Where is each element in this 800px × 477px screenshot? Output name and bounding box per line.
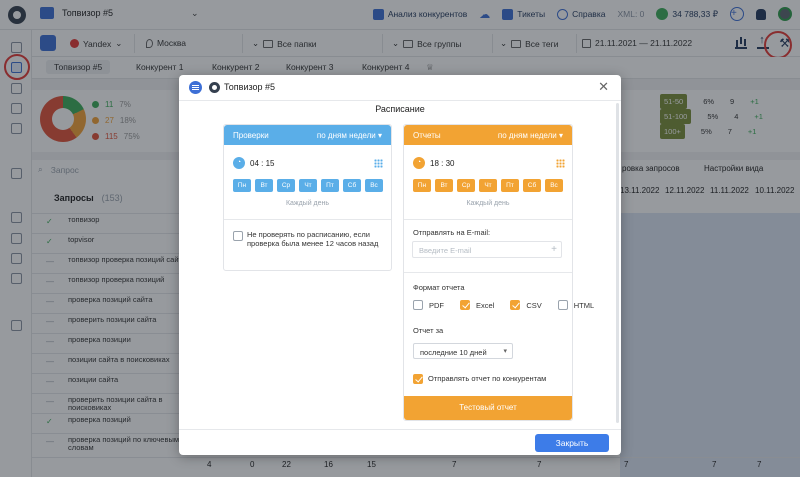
format-excel-label: Excel xyxy=(476,300,495,310)
plus-icon[interactable]: + xyxy=(551,244,557,255)
checks-header: Проверки по дням недели ▾ xyxy=(224,125,391,145)
format-html-checkbox[interactable] xyxy=(557,300,568,310)
skip-recent-check-label: Не проверять по расписанию, если проверк… xyxy=(247,230,379,248)
modal-footer: Закрыть xyxy=(179,429,621,455)
skip-recent-check-checkbox[interactable] xyxy=(233,231,243,241)
format-html-label: HTML xyxy=(573,300,595,310)
competitors-report-checkbox[interactable] xyxy=(413,374,423,384)
format-pdf-checkbox[interactable] xyxy=(413,300,423,310)
competitors-report-label: Отправлять отчет по конкурентам xyxy=(428,374,547,383)
clock-icon: ◔ xyxy=(233,157,245,169)
checks-day-4[interactable]: Пт xyxy=(321,179,339,192)
checks-card: Проверки по дням недели ▾ ◔ 04 : 15 Пн Вт… xyxy=(223,124,392,271)
schedule-modal: Топвизор #5 ✕ Расписание Проверки по дня… xyxy=(179,75,621,455)
reports-day-6[interactable]: Вс xyxy=(545,179,563,192)
format-label: Формат отчета xyxy=(413,283,465,292)
chevron-down-icon: ▾ xyxy=(503,348,507,355)
test-report-button[interactable]: Тестовый отчет xyxy=(404,396,572,420)
checks-days: Пн Вт Ср Чт Пт Сб Вс xyxy=(233,179,383,192)
checks-day-6[interactable]: Вс xyxy=(365,179,383,192)
format-csv-checkbox[interactable] xyxy=(510,300,521,310)
reports-every-day: Каждый день xyxy=(466,200,510,207)
reports-days: Пн Вт Ср Чт Пт Сб Вс xyxy=(413,179,563,192)
grid-icon[interactable] xyxy=(374,159,383,168)
menu-icon[interactable] xyxy=(189,81,202,94)
reports-mode-select[interactable]: по дням недели ▾ xyxy=(498,131,563,140)
format-excel-checkbox[interactable] xyxy=(460,300,470,310)
modal-subtitle: Расписание xyxy=(375,104,425,114)
checks-mode-select[interactable]: по дням недели ▾ xyxy=(317,131,382,140)
checks-time[interactable]: ◔ 04 : 15 xyxy=(233,157,274,169)
modal-scrollbar[interactable] xyxy=(616,103,619,423)
reports-day-4[interactable]: Пт xyxy=(501,179,519,192)
clock-icon: ◔ xyxy=(413,157,425,169)
reports-time[interactable]: ◔ 18 : 30 xyxy=(413,157,454,169)
modal-header: Топвизор #5 ✕ xyxy=(179,75,621,101)
grid-icon[interactable] xyxy=(556,159,565,168)
reports-card: Отчеты по дням недели ▾ ◔ 18 : 30 Пн Вт Ср… xyxy=(403,124,594,421)
checks-day-5[interactable]: Сб xyxy=(343,179,361,192)
close-icon[interactable]: ✕ xyxy=(598,80,609,93)
email-input[interactable]: Введите E-mail + xyxy=(412,241,562,258)
modal-title: Топвизор #5 xyxy=(224,82,276,92)
email-label: Отправлять на E-mail: xyxy=(413,228,491,237)
checks-day-2[interactable]: Ср xyxy=(277,179,295,192)
checks-day-0[interactable]: Пн xyxy=(233,179,251,192)
reports-header: Отчеты по дням недели ▾ xyxy=(404,125,572,145)
reports-day-2[interactable]: Ср xyxy=(457,179,475,192)
close-button[interactable]: Закрыть xyxy=(535,434,609,452)
checks-day-1[interactable]: Вт xyxy=(255,179,273,192)
reports-day-0[interactable]: Пн xyxy=(413,179,431,192)
format-csv-label: CSV xyxy=(526,300,542,310)
format-pdf-label: PDF xyxy=(429,300,444,310)
period-select[interactable]: последние 10 дней ▾ xyxy=(413,343,513,359)
checks-every-day: Каждый день xyxy=(285,200,330,207)
period-label: Отчет за xyxy=(413,326,444,335)
reports-day-5[interactable]: Сб xyxy=(523,179,541,192)
reports-day-3[interactable]: Чт xyxy=(479,179,497,192)
format-options: PDF Excel CSV HTML xyxy=(413,300,606,310)
topvisor-logo-icon xyxy=(209,82,220,93)
reports-day-1[interactable]: Вт xyxy=(435,179,453,192)
checks-day-3[interactable]: Чт xyxy=(299,179,317,192)
